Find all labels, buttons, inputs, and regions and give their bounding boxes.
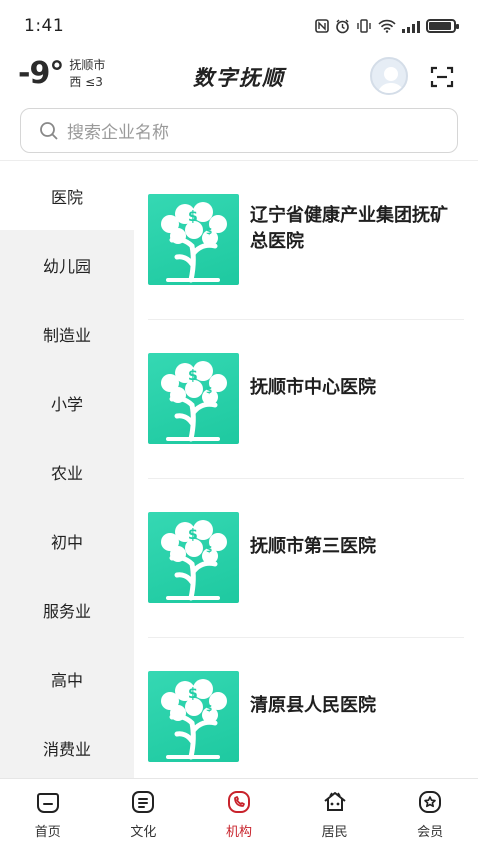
tab-label: 文化 bbox=[130, 825, 157, 840]
tab-culture[interactable]: 文化 bbox=[96, 779, 192, 850]
wifi-icon bbox=[378, 19, 396, 33]
nfc-icon bbox=[315, 19, 329, 33]
svg-text:$: $ bbox=[206, 545, 212, 555]
avatar[interactable] bbox=[370, 57, 408, 95]
org-thumbnail: $ $ bbox=[148, 671, 239, 762]
tab-label: 居民 bbox=[321, 825, 348, 840]
list-item[interactable]: $ $ 辽宁省健康产业集团抚矿总医院 bbox=[148, 161, 464, 320]
sidebar-item-label: 服务业 bbox=[42, 601, 91, 621]
search-placeholder: 搜索企业名称 bbox=[67, 123, 169, 143]
svg-text:$: $ bbox=[188, 209, 198, 225]
svg-text:$: $ bbox=[206, 704, 212, 714]
svg-text:$: $ bbox=[206, 386, 212, 396]
search-icon bbox=[40, 121, 58, 140]
sidebar-item-label: 制造业 bbox=[42, 325, 91, 345]
weather-wind: 西 ≤3 bbox=[69, 74, 103, 89]
category-sidebar: 医院 幼儿园 制造业 小学 农业 初中 服务业 高中 消费业 bbox=[0, 161, 134, 778]
status-time: 1:41 bbox=[24, 16, 65, 36]
svg-text:$: $ bbox=[188, 368, 198, 384]
svg-text:$: $ bbox=[188, 527, 198, 543]
signal-icon bbox=[402, 20, 420, 33]
member-icon bbox=[419, 791, 442, 813]
scan-icon[interactable] bbox=[430, 65, 454, 89]
sidebar-item-hospital[interactable]: 医院 bbox=[0, 161, 134, 230]
sidebar-item-agriculture[interactable]: 农业 bbox=[0, 437, 134, 506]
resident-icon bbox=[323, 792, 346, 811]
weather-city: 抚顺市 bbox=[69, 57, 106, 72]
sidebar-item-kindergarten[interactable]: 幼儿园 bbox=[0, 230, 134, 299]
svg-text:$: $ bbox=[206, 227, 212, 237]
sidebar-item-high-school[interactable]: 高中 bbox=[0, 644, 134, 713]
institution-icon bbox=[227, 791, 250, 813]
tab-label: 会员 bbox=[417, 825, 444, 840]
sidebar-item-service[interactable]: 服务业 bbox=[0, 575, 134, 644]
home-icon bbox=[36, 793, 59, 813]
sidebar-item-label: 消费业 bbox=[42, 739, 91, 759]
org-name: 抚顺市第三医院 bbox=[250, 536, 376, 557]
sidebar-item-junior-high[interactable]: 初中 bbox=[0, 506, 134, 575]
tab-home[interactable]: 首页 bbox=[0, 779, 96, 850]
sidebar-item-manufacturing[interactable]: 制造业 bbox=[0, 299, 134, 368]
bottom-tab-bar: 首页 文化 机构 居民 会员 bbox=[0, 778, 478, 850]
money-tree-icon: $ $ bbox=[161, 361, 227, 442]
battery-icon bbox=[426, 19, 459, 33]
tab-resident[interactable]: 居民 bbox=[287, 779, 383, 850]
tab-label: 机构 bbox=[225, 825, 252, 840]
sidebar-item-label: 医院 bbox=[50, 187, 83, 207]
sidebar-item-label: 小学 bbox=[50, 394, 83, 414]
weather-widget[interactable]: -9° 抚顺市 西 ≤3 bbox=[18, 56, 105, 91]
organization-list: $ $ 辽宁省健康产业集团抚矿总医院 $ $ 抚顺市中心医院 $ $ 抚顺市第三… bbox=[134, 161, 478, 778]
org-thumbnail: $ $ bbox=[148, 353, 239, 444]
list-item[interactable]: $ $ 抚顺市第三医院 bbox=[148, 479, 464, 638]
svg-text:$: $ bbox=[188, 686, 198, 702]
sidebar-item-consumer[interactable]: 消费业 bbox=[0, 713, 134, 782]
culture-icon bbox=[132, 791, 155, 813]
temperature: -9° bbox=[18, 56, 64, 91]
sidebar-item-primary-school[interactable]: 小学 bbox=[0, 368, 134, 437]
sidebar-item-label: 幼儿园 bbox=[42, 256, 91, 276]
money-tree-icon: $ $ bbox=[161, 679, 227, 760]
list-item[interactable]: $ $ 抚顺市中心医院 bbox=[148, 320, 464, 479]
org-name: 辽宁省健康产业集团抚矿总医院 bbox=[250, 205, 448, 252]
header: -9° 抚顺市 西 ≤3 数字抚顺 bbox=[0, 52, 478, 102]
weather-info: 抚顺市 西 ≤3 bbox=[69, 57, 105, 91]
org-thumbnail: $ $ bbox=[148, 194, 239, 285]
status-bar: 1:41 bbox=[0, 0, 478, 52]
sidebar-item-label: 高中 bbox=[50, 670, 83, 690]
tab-institution[interactable]: 机构 bbox=[191, 779, 287, 850]
money-tree-icon: $ $ bbox=[161, 202, 227, 283]
org-name: 清原县人民医院 bbox=[250, 695, 376, 716]
sidebar-item-label: 初中 bbox=[50, 532, 83, 552]
list-item[interactable]: $ $ 清原县人民医院 bbox=[148, 638, 464, 778]
org-thumbnail: $ $ bbox=[148, 512, 239, 603]
vibrate-icon bbox=[357, 19, 371, 33]
org-name: 抚顺市中心医院 bbox=[250, 377, 376, 398]
money-tree-icon: $ $ bbox=[161, 520, 227, 601]
sidebar-item-label: 农业 bbox=[50, 463, 83, 483]
tab-member[interactable]: 会员 bbox=[382, 779, 478, 850]
user-avatar-icon bbox=[377, 67, 405, 93]
status-icons bbox=[315, 19, 459, 34]
tab-label: 首页 bbox=[34, 825, 61, 840]
alarm-icon bbox=[336, 19, 349, 33]
search-input[interactable]: 搜索企业名称 bbox=[20, 108, 458, 153]
